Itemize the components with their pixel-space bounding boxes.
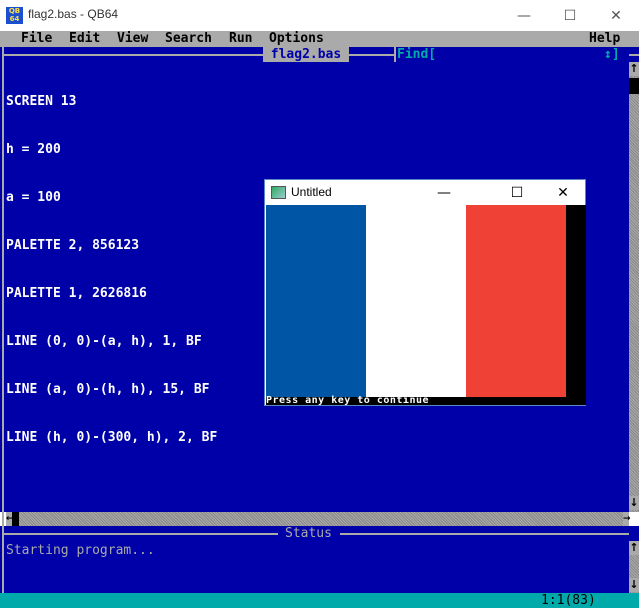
code-line: LINE (h, 0)-(300, h), 2, BF bbox=[6, 430, 218, 445]
menu-file[interactable]: File bbox=[21, 31, 52, 47]
status-scroll-down-arrow-icon[interactable]: ↓ bbox=[629, 578, 639, 592]
editor-frame-top bbox=[2, 54, 263, 56]
code-line: LINE (a, 0)-(h, h), 15, BF bbox=[6, 382, 210, 397]
qb64-icon: QB 64 bbox=[6, 7, 23, 24]
status-divider bbox=[340, 533, 629, 535]
menu-view[interactable]: View bbox=[117, 31, 148, 47]
window-titlebar: QB 64 flag2.bas - QB64 — ☐ ✕ bbox=[0, 0, 639, 32]
flag-red-stripe bbox=[466, 205, 566, 397]
scroll-right-arrow-icon[interactable]: → bbox=[623, 512, 631, 526]
find-toggle[interactable]: ↕] bbox=[604, 47, 620, 62]
minimize-button[interactable]: — bbox=[501, 0, 547, 31]
code-line: a = 100 bbox=[6, 190, 61, 205]
horizontal-scroll-thumb[interactable] bbox=[12, 512, 19, 526]
flag-blue-stripe bbox=[266, 205, 366, 397]
find-field[interactable]: Find[ bbox=[397, 47, 436, 62]
code-line: PALETTE 2, 856123 bbox=[6, 238, 140, 253]
status-message: Starting program... bbox=[6, 543, 155, 558]
scroll-up-arrow-icon[interactable]: ↑ bbox=[629, 62, 639, 76]
editor-vertical-scrollbar[interactable] bbox=[629, 62, 639, 512]
menu-help[interactable]: Help bbox=[589, 31, 620, 47]
output-window-title: Untitled bbox=[291, 185, 332, 199]
output-close-button[interactable]: ✕ bbox=[540, 180, 586, 205]
flag-white-stripe bbox=[366, 205, 466, 397]
maximize-button[interactable]: ☐ bbox=[547, 0, 593, 31]
file-tab-title: flag2.bas bbox=[263, 47, 349, 62]
window-title: flag2.bas - QB64 bbox=[28, 7, 119, 21]
menu-options[interactable]: Options bbox=[269, 31, 324, 47]
status-divider bbox=[2, 533, 278, 535]
menu-search[interactable]: Search bbox=[165, 31, 212, 47]
scroll-thumb[interactable] bbox=[629, 78, 639, 94]
press-any-key-prompt: Press any key to continue bbox=[266, 395, 430, 406]
editor-frame-top bbox=[349, 54, 395, 56]
output-maximize-button[interactable]: ☐ bbox=[494, 180, 540, 205]
menu-edit[interactable]: Edit bbox=[69, 31, 100, 47]
status-title: Status bbox=[285, 526, 332, 541]
code-text[interactable]: SCREEN 13 h = 200 a = 100 PALETTE 2, 856… bbox=[6, 62, 217, 462]
find-divider bbox=[394, 47, 396, 62]
code-line: LINE (0, 0)-(a, h), 1, BF bbox=[6, 334, 202, 349]
program-output-window[interactable]: Untitled — ☐ ✕ Press any key to continue bbox=[264, 179, 586, 406]
editor-horizontal-scrollbar[interactable] bbox=[6, 512, 629, 526]
menu-run[interactable]: Run bbox=[229, 31, 252, 47]
output-minimize-button[interactable]: — bbox=[421, 180, 467, 205]
code-line: SCREEN 13 bbox=[6, 94, 77, 109]
scroll-down-arrow-icon[interactable]: ↓ bbox=[629, 496, 639, 510]
code-line: h = 200 bbox=[6, 142, 61, 157]
close-button[interactable]: ✕ bbox=[593, 0, 639, 31]
editor-frame-top bbox=[629, 54, 639, 56]
status-frame-left bbox=[2, 526, 4, 593]
code-line: PALETTE 1, 2626816 bbox=[6, 286, 147, 301]
editor-frame-left bbox=[2, 47, 4, 537]
cursor-position: 1:1(83) bbox=[541, 593, 596, 608]
menu-bar: File Edit View Search Run Options Help bbox=[0, 31, 639, 47]
status-scroll-up-arrow-icon[interactable]: ↑ bbox=[629, 541, 639, 555]
window-app-icon bbox=[271, 186, 286, 199]
program-canvas[interactable]: Press any key to continue bbox=[266, 205, 586, 406]
